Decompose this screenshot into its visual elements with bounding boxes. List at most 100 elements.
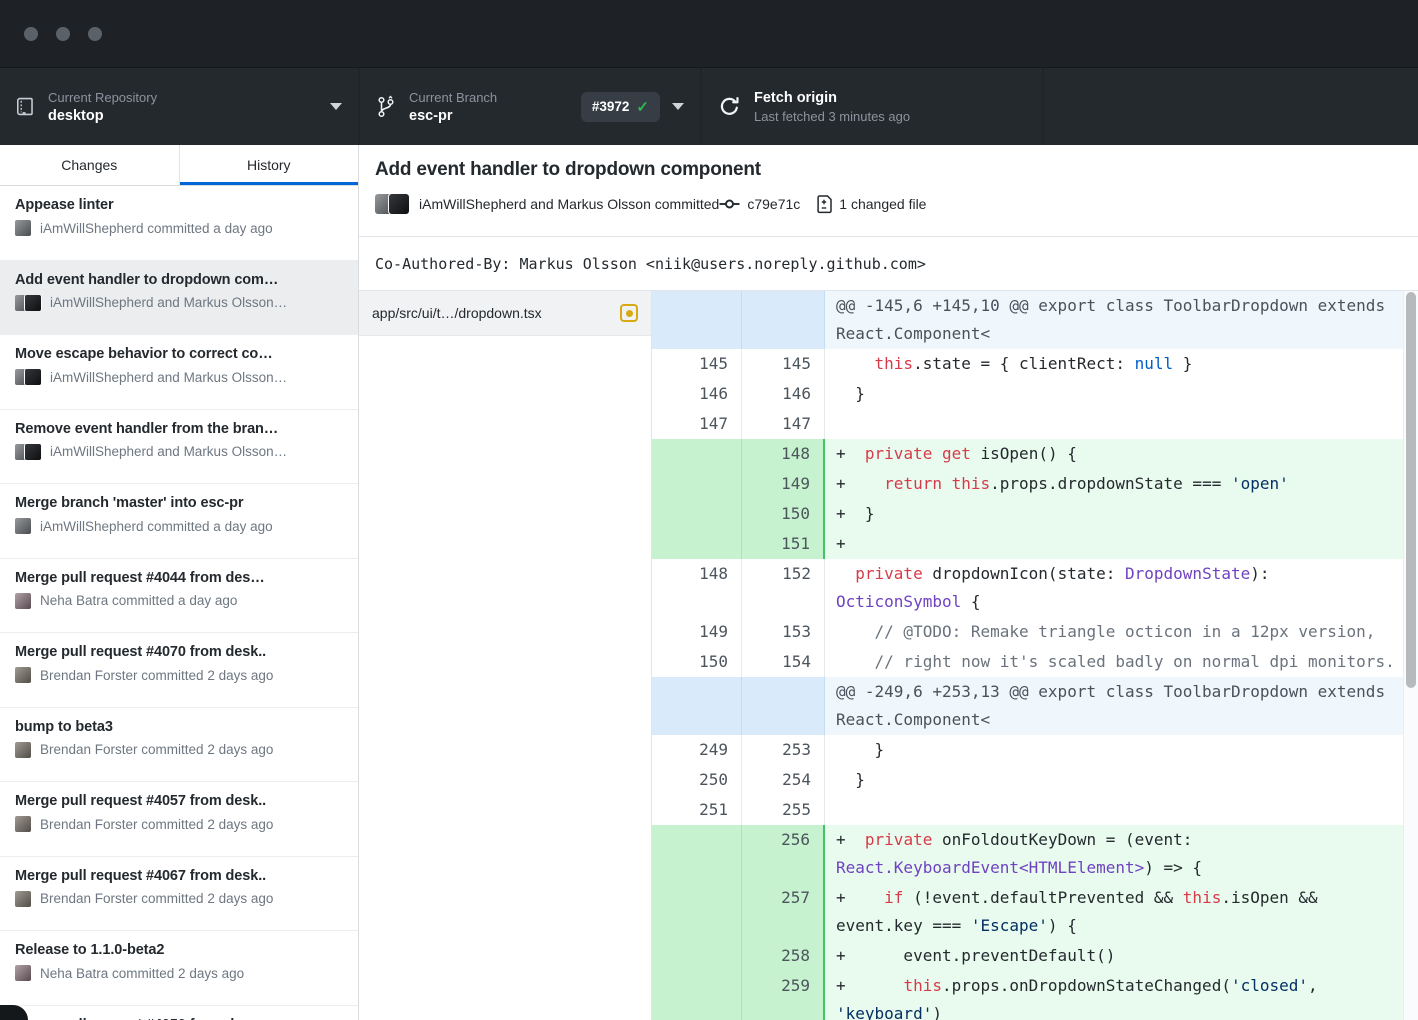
toolbar: Current Repository desktop Current Branc…	[0, 67, 1418, 145]
window-minimize-button[interactable]	[56, 27, 70, 41]
commit-avatars	[15, 965, 31, 981]
avatar	[25, 295, 41, 311]
commit-list-title: Merge pull request #4067 from desk..	[15, 868, 343, 884]
diff-scrollbar-thumb[interactable]	[1406, 292, 1416, 688]
old-line-number	[652, 971, 742, 1020]
diff-line-content: +	[825, 529, 1417, 559]
fetch-origin-button[interactable]: Fetch origin Last fetched 3 minutes ago	[702, 68, 1042, 145]
diff-row-ctx: 250254 }	[652, 765, 1418, 795]
new-line-number: 150	[742, 499, 825, 529]
diff-row-hunk: @@ -249,6 +253,13 @@ export class Toolba…	[652, 677, 1418, 735]
commit-sha[interactable]: c79e71c	[747, 196, 800, 212]
diff-line-content: + if (!event.defaultPrevented && this.is…	[825, 883, 1417, 941]
diff-line-content	[825, 409, 1417, 439]
commit-title: Add event handler to dropdown component	[375, 159, 1402, 181]
history-commit-item[interactable]: Appease linter iAmWillShepherd committed …	[0, 186, 358, 261]
new-line-number	[742, 291, 825, 349]
commit-avatars	[15, 816, 31, 832]
history-commit-item[interactable]: Remove event handler from the bran…iAmWi…	[0, 410, 358, 485]
old-line-number: 146	[652, 379, 742, 409]
diff-line-content: + return this.props.dropdownState === 'o…	[825, 469, 1417, 499]
commit-list-meta: Brendan Forster committed 2 days ago	[15, 891, 343, 907]
commit-list-meta: Brendan Forster committed 2 days ago	[15, 742, 343, 758]
new-line-number: 258	[742, 941, 825, 971]
diff-row-ctx: 249253 }	[652, 735, 1418, 765]
pr-number: #3972	[592, 99, 630, 114]
commit-meta-text: iAmWillShepherd and Markus Olsson…	[50, 370, 287, 385]
commit-avatars	[15, 518, 31, 534]
old-line-number	[652, 825, 742, 883]
new-line-number: 145	[742, 349, 825, 379]
history-commit-item[interactable]: Merge pull request #4050 from d…	[0, 1006, 358, 1020]
commit-avatars	[15, 667, 31, 683]
repo-name: desktop	[48, 108, 157, 124]
diff-row-add: 150+ }	[652, 499, 1418, 529]
avatar	[15, 891, 31, 907]
diff-viewer: @@ -145,6 +145,10 @@ export class Toolba…	[652, 291, 1418, 1020]
new-line-number: 259	[742, 971, 825, 1020]
history-commit-item[interactable]: Merge branch 'master' into esc-priAmWill…	[0, 484, 358, 559]
sync-icon	[718, 95, 741, 118]
commit-meta-text: Brendan Forster committed 2 days ago	[40, 668, 273, 683]
commit-meta-text: iAmWillShepherd and Markus Olsson…	[50, 295, 287, 310]
current-branch-button[interactable]: Current Branch esc-pr #3972 ✓	[360, 68, 700, 145]
history-commit-item[interactable]: Release to 1.1.0-beta2 Neha Batra committ…	[0, 931, 358, 1006]
commit-description: Co-Authored-By: Markus Olsson <niik@user…	[359, 237, 1418, 291]
repo-icon	[16, 96, 35, 117]
history-commit-item[interactable]: Move escape behavior to correct co…iAmWi…	[0, 335, 358, 410]
new-line-number: 149	[742, 469, 825, 499]
commit-meta-text: Brendan Forster committed 2 days ago	[40, 891, 273, 906]
diff-scrollbar-track[interactable]	[1403, 291, 1418, 1020]
old-line-number	[652, 529, 742, 559]
history-commit-item[interactable]: Add event handler to dropdown com…iAmWil…	[0, 261, 358, 336]
commit-list-title: Appease linter	[15, 197, 343, 213]
history-commit-item[interactable]: Merge pull request #4044 from des…Neha B…	[0, 559, 358, 634]
git-branch-icon	[376, 95, 396, 119]
file-list-item[interactable]: app/src/ui/t…/dropdown.tsx	[359, 291, 651, 336]
diff-line-content: + }	[825, 499, 1417, 529]
diff-line-content: + event.preventDefault()	[825, 941, 1417, 971]
history-commit-item[interactable]: Merge pull request #4070 from desk..Bren…	[0, 633, 358, 708]
diff-line-content: @@ -249,6 +253,13 @@ export class Toolba…	[825, 677, 1417, 735]
titlebar	[0, 0, 1418, 67]
old-line-number	[652, 941, 742, 971]
toolbar-empty-area	[1044, 68, 1418, 145]
repo-label: Current Repository	[48, 90, 157, 105]
window-zoom-button[interactable]	[88, 27, 102, 41]
fetch-status: Last fetched 3 minutes ago	[754, 109, 910, 124]
history-commit-item[interactable]: Merge pull request #4067 from desk.. Bren…	[0, 857, 358, 932]
window-close-button[interactable]	[24, 27, 38, 41]
old-line-number	[652, 883, 742, 941]
old-line-number: 250	[652, 765, 742, 795]
old-line-number	[652, 291, 742, 349]
new-line-number: 147	[742, 409, 825, 439]
commit-list-meta: Neha Batra committed a day ago	[15, 593, 343, 609]
old-line-number: 251	[652, 795, 742, 825]
commit-meta-text: Neha Batra committed a day ago	[40, 593, 237, 608]
diff-row-add: 256+ private onFoldoutKeyDown = (event: …	[652, 825, 1418, 883]
diff-row-add: 259+ this.props.onDropdownStateChanged('…	[652, 971, 1418, 1020]
history-commit-item[interactable]: Merge pull request #4057 from desk..Bren…	[0, 782, 358, 857]
commit-meta-text: iAmWillShepherd committed a day ago	[40, 221, 273, 236]
commit-list-meta: Neha Batra committed 2 days ago	[15, 965, 343, 981]
modified-status-icon	[620, 304, 638, 322]
commit-list-title: Merge pull request #4057 from desk..	[15, 793, 343, 809]
current-repository-button[interactable]: Current Repository desktop	[0, 68, 358, 145]
diff-rows: @@ -145,6 +145,10 @@ export class Toolba…	[652, 291, 1418, 1020]
avatar	[15, 965, 31, 981]
commit-avatars	[15, 220, 31, 236]
diff-line-content: // @TODO: Remake triangle octicon in a 1…	[825, 617, 1417, 647]
old-line-number: 148	[652, 559, 742, 617]
commit-avatars	[15, 891, 31, 907]
avatar	[15, 593, 31, 609]
tab-changes[interactable]: Changes	[0, 145, 180, 185]
new-line-number: 148	[742, 439, 825, 469]
history-commit-item[interactable]: bump to beta3Brendan Forster committed 2…	[0, 708, 358, 783]
diff-line-content: }	[825, 765, 1417, 795]
commit-list-title: Release to 1.1.0-beta2	[15, 942, 343, 958]
fetch-label: Fetch origin	[754, 90, 910, 106]
diff-row-add: 258+ event.preventDefault()	[652, 941, 1418, 971]
tab-history[interactable]: History	[180, 145, 359, 185]
diff-line-content: + this.props.onDropdownStateChanged('clo…	[825, 971, 1417, 1020]
diff-line-content: // right now it's scaled badly on normal…	[825, 647, 1417, 677]
